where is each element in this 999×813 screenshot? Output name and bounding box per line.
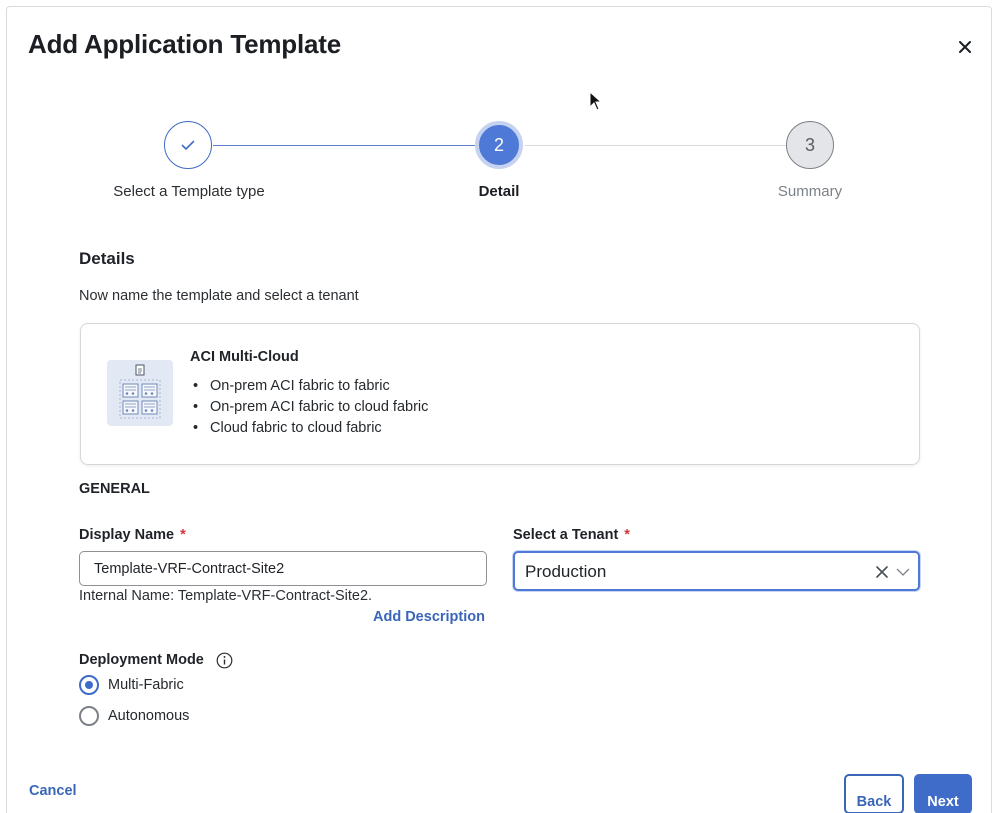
radio-button[interactable] — [79, 706, 99, 726]
list-item: Cloud fabric to cloud fabric — [190, 418, 428, 439]
radio-label: Multi-Fabric — [108, 677, 184, 693]
step-3-number: 3 — [804, 134, 815, 155]
radio-button-checked[interactable] — [79, 675, 99, 695]
step-3-label: Summary — [777, 183, 843, 200]
required-mark: * — [624, 527, 630, 543]
tenant-label-text: Select a Tenant — [513, 527, 619, 543]
tenant-select-value: Production — [525, 562, 607, 581]
next-button[interactable]: Next — [914, 774, 972, 813]
step-2-circle[interactable]: 2 — [475, 121, 523, 169]
step-2-label: Detail — [478, 183, 520, 200]
display-name-input[interactable] — [79, 551, 487, 586]
tenant-label: Select a Tenant * — [513, 527, 630, 543]
template-grid-icon — [107, 360, 173, 426]
back-button[interactable]: Back — [844, 774, 904, 813]
close-button[interactable] — [953, 35, 977, 59]
deployment-mode-label: Deployment Mode — [79, 652, 204, 668]
modal-title: Add Application Template — [28, 29, 341, 59]
radio-multi-fabric[interactable]: Multi-Fabric — [79, 675, 184, 695]
list-item: On-prem ACI fabric to cloud fabric — [190, 397, 428, 418]
details-description: Now name the template and select a tenan… — [79, 288, 359, 304]
close-icon — [959, 41, 971, 53]
general-heading: GENERAL — [79, 481, 150, 497]
template-card[interactable]: ACI Multi-Cloud On-prem ACI fabric to fa… — [80, 323, 920, 465]
tenant-select[interactable]: Production — [513, 551, 920, 591]
mouse-cursor-icon — [589, 91, 603, 111]
radio-autonomous[interactable]: Autonomous — [79, 706, 189, 726]
display-name-label-text: Display Name — [79, 527, 175, 543]
step-connector-upcoming — [525, 145, 787, 146]
add-description-link[interactable]: Add Description — [373, 609, 485, 625]
tenant-clear-button[interactable] — [873, 563, 891, 581]
step-3-circle[interactable]: 3 — [786, 121, 834, 169]
list-item: On-prem ACI fabric to fabric — [190, 376, 428, 397]
required-mark: * — [180, 527, 186, 543]
details-heading: Details — [79, 249, 135, 268]
check-icon — [181, 140, 195, 151]
step-connector-completed — [213, 145, 475, 146]
template-card-title: ACI Multi-Cloud — [190, 349, 299, 365]
radio-label: Autonomous — [108, 708, 190, 724]
clear-icon — [876, 566, 888, 578]
display-name-label: Display Name * — [79, 527, 186, 543]
template-card-list: On-prem ACI fabric to fabric On-prem ACI… — [190, 376, 428, 439]
add-application-template-modal: Add Application Template 2 3 Select a Te… — [6, 6, 992, 813]
info-icon[interactable] — [216, 652, 233, 669]
cancel-button[interactable]: Cancel — [29, 783, 77, 799]
step-1-label: Select a Template type — [113, 183, 265, 200]
step-2-number: 2 — [493, 134, 504, 155]
step-1-circle[interactable] — [164, 121, 212, 169]
internal-name-text: Internal Name: Template-VRF-Contract-Sit… — [79, 588, 373, 604]
chevron-down-icon[interactable] — [895, 564, 911, 580]
